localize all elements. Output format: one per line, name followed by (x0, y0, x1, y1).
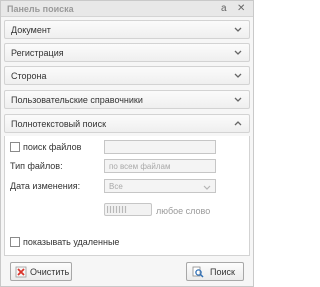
show-deleted-checkbox[interactable] (10, 237, 20, 247)
any-word-toggle[interactable] (104, 203, 152, 216)
date-changed-select[interactable]: Все (104, 179, 216, 193)
file-search-label: поиск файлов (23, 142, 82, 152)
section-fulltext-search[interactable]: Полнотекстовый поиск (4, 114, 250, 133)
chevron-down-icon (234, 97, 242, 102)
clear-button[interactable]: Очистить (10, 262, 72, 281)
search-button[interactable]: Поиск (186, 262, 244, 281)
section-label: Пользовательские справочники (11, 95, 143, 105)
section-label: Сторона (11, 71, 47, 81)
search-label: Поиск (210, 267, 235, 277)
section-label: Регистрация (11, 48, 64, 58)
chevron-down-icon (234, 50, 242, 55)
search-icon (192, 266, 204, 278)
clear-label: Очистить (30, 267, 70, 277)
close-button[interactable]: ✕ (237, 3, 245, 15)
panel-titlebar: Панель поиска a ✕ (1, 1, 253, 17)
chevron-down-icon (234, 73, 242, 78)
dropdown-arrow-icon[interactable] (202, 183, 212, 191)
date-changed-label: Дата изменения: (10, 181, 81, 191)
section-user-directories[interactable]: Пользовательские справочники (4, 90, 250, 109)
file-type-field[interactable]: по всем файлам (104, 159, 216, 173)
any-word-label: любое слово (156, 206, 211, 216)
pin-button[interactable]: a (221, 3, 227, 15)
panel-title: Панель поиска (7, 4, 74, 14)
section-label: Полнотекстовый поиск (11, 119, 107, 129)
show-deleted-label: показывать удаленные (23, 237, 120, 247)
chevron-up-icon (234, 121, 242, 126)
clear-icon (15, 266, 27, 278)
file-search-checkbox[interactable] (10, 142, 20, 152)
section-registration[interactable]: Регистрация (4, 43, 250, 62)
file-search-input[interactable] (104, 140, 216, 154)
toggle-knob (107, 206, 127, 213)
section-party[interactable]: Сторона (4, 66, 250, 85)
section-document[interactable]: Документ (4, 20, 250, 39)
file-type-label: Тип файлов: (10, 161, 63, 171)
search-panel: Панель поиска a ✕ Документ Регистрация С… (0, 0, 254, 287)
date-changed-value: Все (109, 182, 123, 191)
chevron-down-icon (234, 27, 242, 32)
section-label: Документ (11, 25, 51, 35)
